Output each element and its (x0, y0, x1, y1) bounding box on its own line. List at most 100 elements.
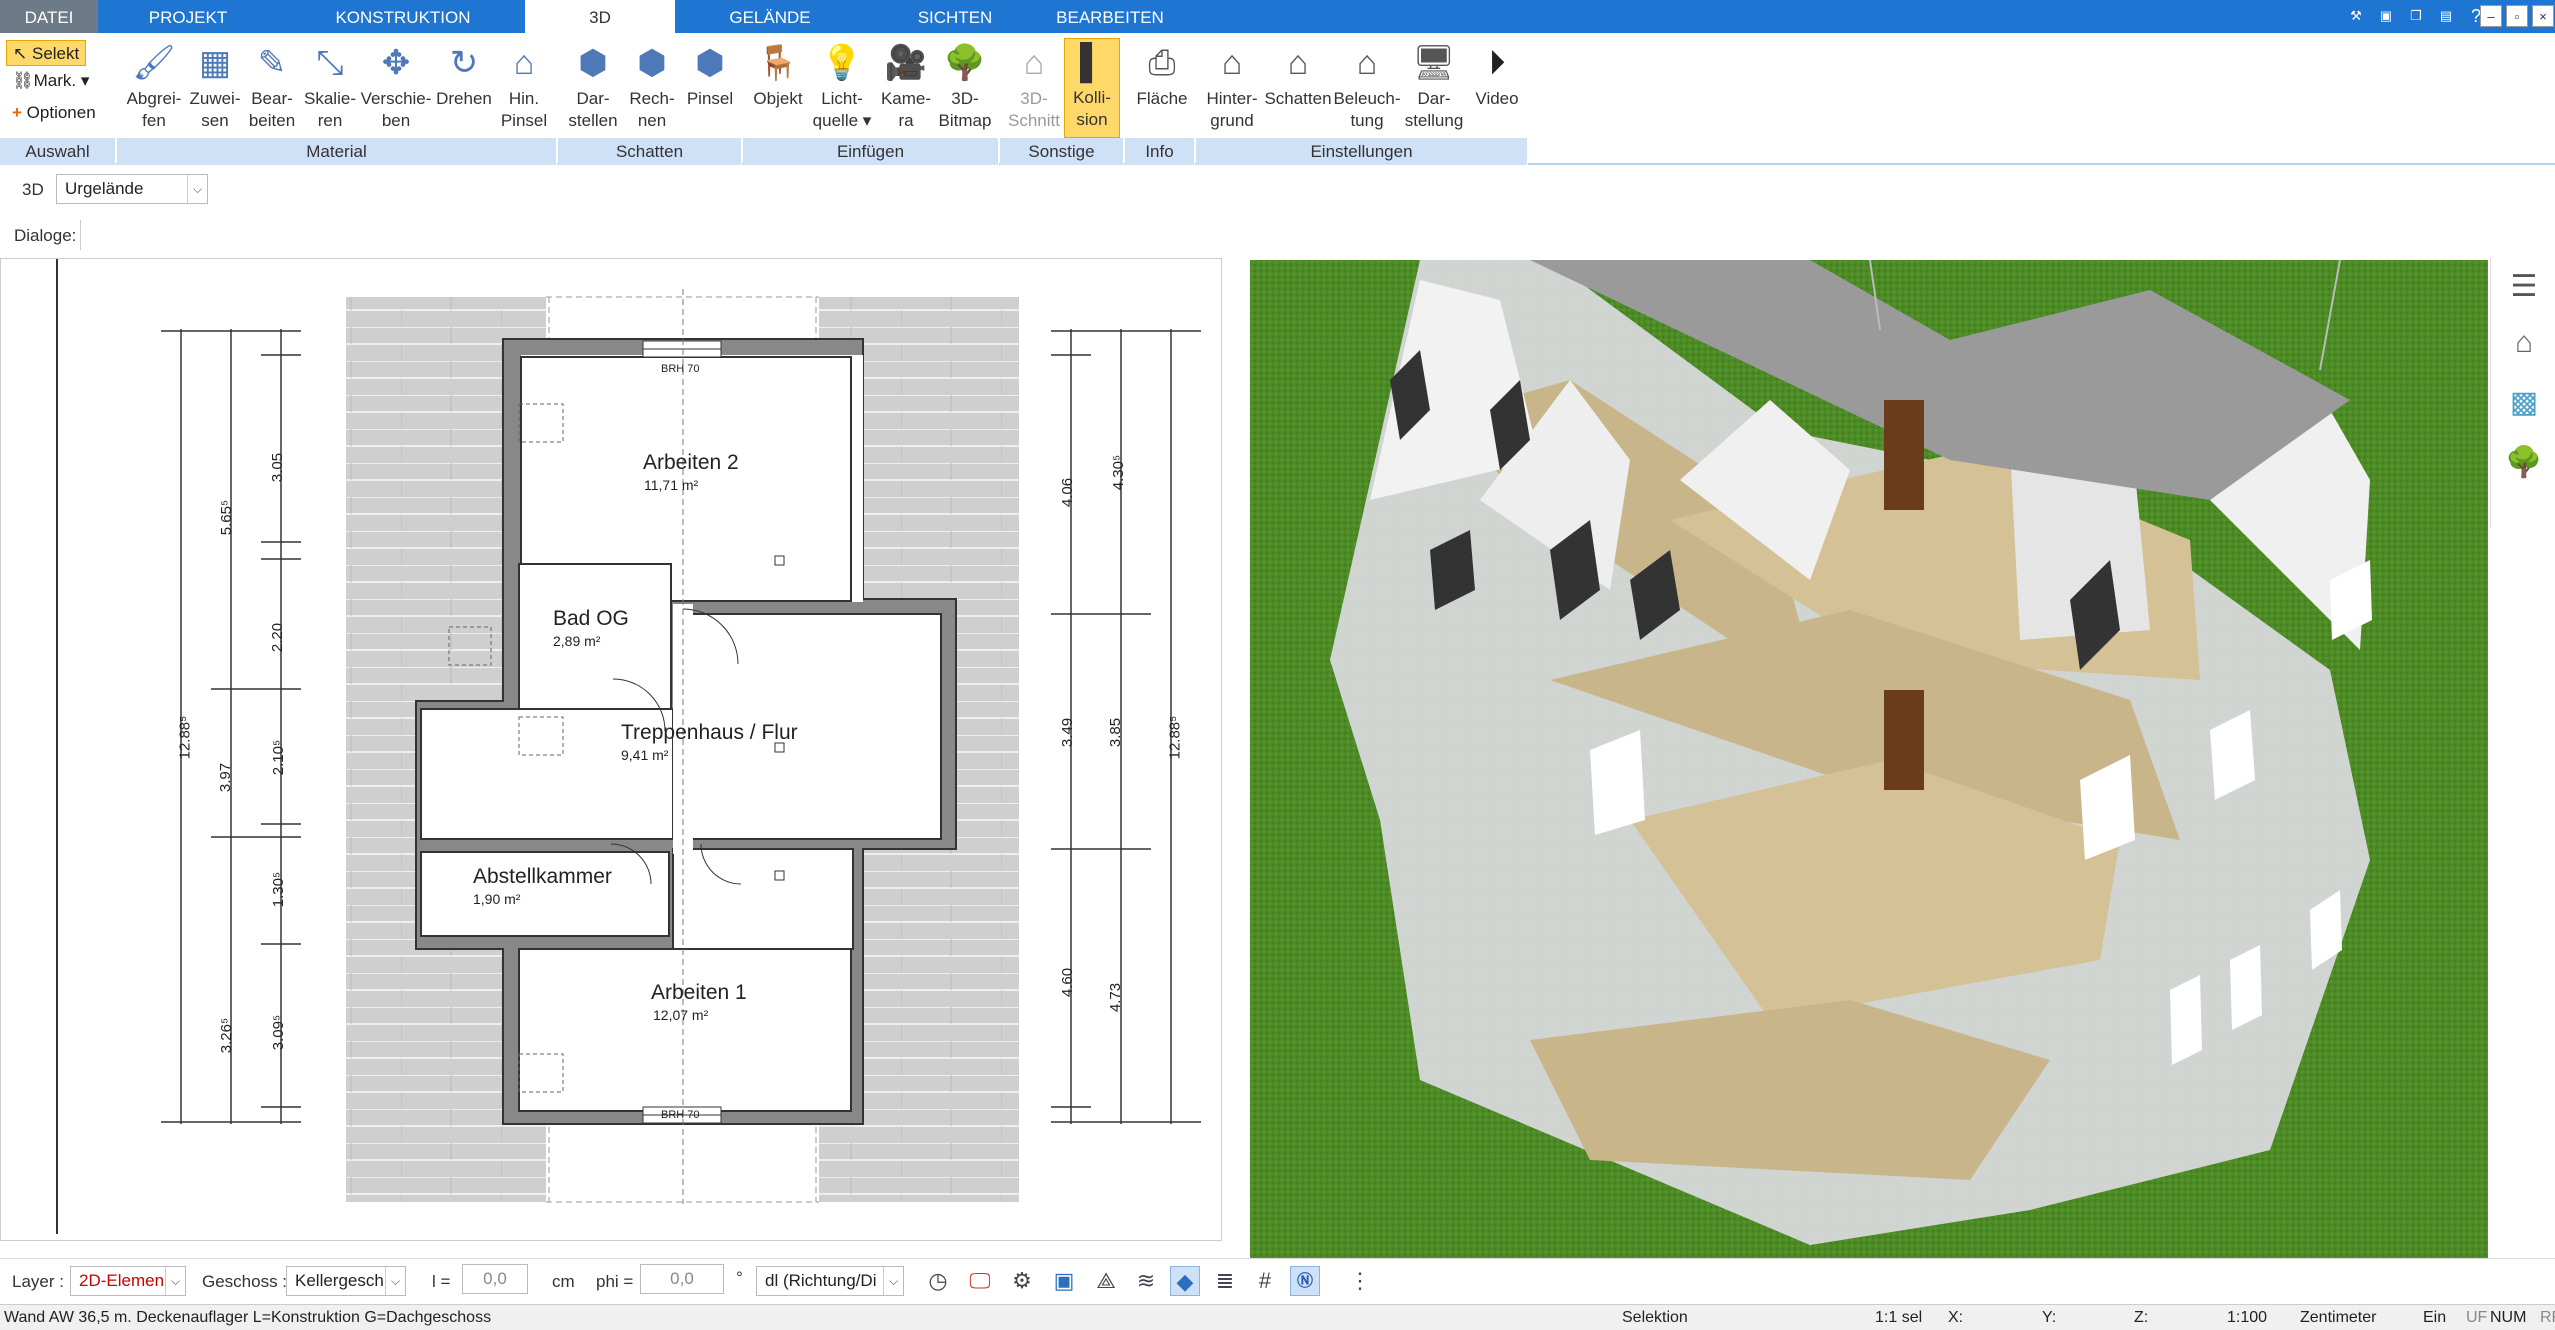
chevron-down-icon: ⌵ (165, 1267, 185, 1295)
geschoss-label: Geschoss : (202, 1272, 288, 1291)
abgreifen-button[interactable]: 🖌 Abgrei- fen (120, 40, 188, 132)
length-input[interactable]: 0,0 (462, 1264, 528, 1294)
geschoss-value: Kellergesch (295, 1271, 384, 1290)
verschieben-label: Verschie- ben (360, 89, 432, 130)
video-button[interactable]: ⏵ Video (1468, 40, 1526, 110)
status-mode: Selektion (1622, 1309, 1688, 1326)
more-icon[interactable]: ⋮ (1345, 1266, 1375, 1296)
bearbeiten-label: Bear- beiten (248, 89, 296, 130)
pinsel-button[interactable]: ⬢ Pinsel (680, 40, 740, 110)
kamera-button[interactable]: 🎥 Kame- ra (876, 40, 936, 132)
hintergrund-button[interactable]: ⌂ Hinter- grund (1200, 40, 1264, 132)
minimize-button[interactable]: – (2480, 5, 2502, 27)
tab-sichten[interactable]: SICHTEN (890, 0, 1020, 33)
assign-icon: ▦ (198, 44, 232, 82)
flaeche-button[interactable]: ⎙ Fläche (1128, 40, 1196, 110)
armchair-icon[interactable]: ⌂ (2505, 324, 2543, 362)
dim-4-30: 4.30⁵ (1110, 454, 1128, 491)
monitor-icon: 🖥 (1412, 44, 1456, 82)
edit-material-icon: ✎ (257, 44, 287, 82)
drehen-button[interactable]: ↻ Drehen (432, 40, 496, 110)
tab-3d[interactable]: 3D (525, 0, 675, 35)
clock-icon[interactable]: ◷ (923, 1266, 953, 1296)
beleuchtung-button[interactable]: ⌂ Beleuch- tung (1330, 40, 1404, 132)
north-icon[interactable]: Ⓝ (1290, 1266, 1320, 1296)
dim-3-97: 3.97 (217, 762, 235, 793)
dim-2-10: 2.10⁵ (270, 739, 288, 776)
panel-icon[interactable]: ▤ (2435, 5, 2457, 27)
tree-icon: 🌳 (943, 44, 987, 82)
close-button[interactable]: × (2532, 5, 2554, 27)
move-icon: ✥ (381, 44, 411, 82)
status-num: NUM (2490, 1309, 2527, 1326)
monitor-icon[interactable]: 🖵 (965, 1266, 995, 1296)
direction-select[interactable]: dl (Richtung/Di ⌵ (756, 1266, 904, 1296)
mark-button[interactable]: ⛓Mark. ▾ (6, 68, 95, 94)
schatten-button[interactable]: ⌂ Schatten (1262, 40, 1334, 110)
select-label: Selekt (31, 44, 80, 63)
layout-icon[interactable]: ▣ (2375, 5, 2397, 27)
cube-calc-icon: ⬢ (637, 44, 667, 82)
options-button[interactable]: + Optionen (6, 100, 102, 126)
dim-3-26: 3.26⁵ (218, 1017, 236, 1054)
verschieben-button[interactable]: ✥ Verschie- ben (358, 40, 434, 132)
tab-bearbeiten[interactable]: BEARBEITEN (1040, 0, 1180, 33)
group-einfuegen: Einfügen (743, 138, 999, 165)
objekt-label: Objekt (753, 89, 803, 108)
phi-input[interactable]: 0,0 (640, 1264, 724, 1294)
terrain-select[interactable]: Urgelände ⌵ (56, 174, 208, 204)
phi-label: phi = (596, 1272, 634, 1291)
dim-5-65: 5.65⁵ (218, 499, 236, 536)
darstellen-button[interactable]: ⬢ Dar- stellen (563, 40, 623, 132)
tab-konstruktion[interactable]: KONSTRUKTION (318, 0, 488, 33)
plane-icon[interactable]: ◆ (1170, 1266, 1200, 1296)
maximize-button[interactable]: ▫ (2506, 5, 2528, 27)
status-unit: Zentimeter (2300, 1309, 2377, 1326)
dim-3-05: 3.05 (269, 452, 287, 483)
layers-icon[interactable]: ☰ (2505, 268, 2543, 306)
select-button[interactable]: ↖ Selekt (6, 40, 87, 66)
kollision-button[interactable]: ▌ Kolli- sion (1064, 38, 1120, 138)
status-scale-sel: 1:1 sel (1875, 1309, 1923, 1326)
3d-view[interactable] (1250, 260, 2488, 1259)
skalieren-button[interactable]: ⤡ Skalie- ren (298, 40, 362, 132)
texture-icon[interactable]: ▩ (2505, 384, 2543, 422)
dim-1-30: 1.30⁵ (270, 871, 288, 908)
rotate-icon: ↻ (449, 44, 479, 82)
plus-icon: + (12, 103, 22, 122)
zuweisen-button[interactable]: ▦ Zuwei- sen (182, 40, 248, 132)
darstellung-button[interactable]: 🖥 Dar- stellung (1402, 40, 1466, 132)
hin-pinsel-button[interactable]: ⌂ Hin. Pinsel (494, 40, 554, 132)
objekt-button[interactable]: 🪑 Objekt (748, 40, 808, 110)
layers-stack-icon[interactable]: ≣ (1210, 1266, 1240, 1296)
dim-3-85: 3.85 (1107, 717, 1125, 748)
floor-plan-view[interactable]: Arbeiten 2 11,71 m² Bad OG 2,89 m² Trepp… (0, 258, 1222, 1241)
status-x: X: (1948, 1309, 1964, 1326)
group-schatten: Schatten (558, 138, 742, 165)
robot-icon[interactable]: ⚙ (1007, 1266, 1037, 1296)
object-icon[interactable]: ▣ (1049, 1266, 1079, 1296)
tab-datei[interactable]: DATEI (0, 0, 98, 33)
rechnen-button[interactable]: ⬢ Rech- nen (622, 40, 682, 132)
3d-bitmap-button[interactable]: 🌳 3D- Bitmap (934, 40, 996, 132)
tab-projekt[interactable]: PROJEKT (118, 0, 258, 33)
lichtquelle-button[interactable]: 💡 Licht- quelle ▾ (810, 40, 874, 132)
cube-shade-icon: ⬢ (578, 44, 608, 82)
background-icon: ⌂ (1221, 44, 1243, 82)
plant-icon[interactable]: 🌳 (2505, 444, 2543, 482)
roof-icon[interactable]: ⟁ (1091, 1266, 1121, 1296)
status-message: Wand AW 36,5 m. Deckenauflager L=Konstru… (4, 1309, 492, 1326)
layer-select[interactable]: 2D-Elemen ⌵ (70, 1266, 186, 1296)
bearbeiten-button[interactable]: ✎ Bear- beiten (240, 40, 304, 132)
side-toolbar: ☰ ⌂ ▩ 🌳 (2490, 258, 2555, 528)
tools-icon[interactable]: ⚒ (2345, 5, 2367, 27)
terrain-icon[interactable]: ≋ (1131, 1266, 1161, 1296)
group-auswahl: Auswahl (0, 138, 116, 165)
geschoss-select[interactable]: Kellergesch ⌵ (286, 1266, 406, 1296)
grid-icon[interactable]: # (1250, 1266, 1280, 1296)
room-abstellkammer-name: Abstellkammer (473, 865, 612, 888)
3d-schnitt-button[interactable]: ⌂ 3D- Schnitt (1004, 40, 1064, 132)
chevron-down-icon: ⌵ (187, 175, 207, 203)
tab-gelaende[interactable]: GELÄNDE (700, 0, 840, 33)
window-icon[interactable]: ❐ (2405, 5, 2427, 27)
